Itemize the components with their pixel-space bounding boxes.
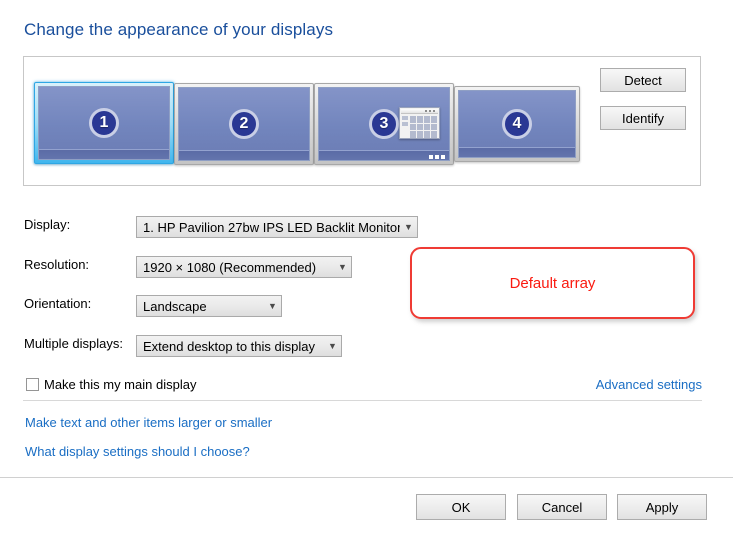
footer-divider [0, 477, 733, 478]
multiple-displays-label: Multiple displays: [24, 336, 123, 351]
monitor-screen-1: 1 [38, 86, 170, 160]
chevron-down-icon: ▼ [328, 341, 337, 351]
detect-button[interactable]: Detect [600, 68, 686, 92]
advanced-settings-link[interactable]: Advanced settings [596, 377, 702, 392]
display-label: Display: [24, 217, 71, 232]
monitor-number-badge: 1 [89, 108, 119, 138]
apply-button[interactable]: Apply [617, 494, 707, 520]
taskbar-tray-dots-icon [429, 155, 445, 159]
chevron-down-icon: ▼ [404, 222, 413, 232]
annotation-callout: Default array [410, 247, 695, 319]
monitor-thumbnail-3[interactable]: 3 [314, 83, 454, 165]
monitor-number-badge: 3 [369, 109, 399, 139]
main-display-checkbox-label: Make this my main display [44, 377, 197, 392]
section-divider [23, 400, 702, 401]
monitor-screen-2: 2 [178, 87, 310, 161]
resolution-dropdown[interactable]: 1920 × 1080 (Recommended) ▼ [136, 256, 352, 278]
monitor-thumbnail-1[interactable]: 1 [34, 82, 174, 164]
chevron-down-icon: ▼ [338, 262, 347, 272]
main-display-checkbox-row[interactable]: Make this my main display [26, 377, 196, 392]
identify-button[interactable]: Identify [600, 106, 686, 130]
orientation-dropdown-value: Landscape [143, 298, 207, 314]
monitor-screen-4: 4 [458, 90, 576, 158]
monitor-number-badge: 4 [502, 109, 532, 139]
make-text-larger-link[interactable]: Make text and other items larger or smal… [25, 415, 272, 430]
orientation-dropdown[interactable]: Landscape ▼ [136, 295, 282, 317]
main-display-checkbox[interactable] [26, 378, 39, 391]
display-dropdown[interactable]: 1. HP Pavilion 27bw IPS LED Backlit Moni… [136, 216, 418, 238]
monitor-screen-3: 3 [318, 87, 450, 161]
multiple-displays-dropdown-value: Extend desktop to this display [143, 338, 315, 354]
what-display-settings-link[interactable]: What display settings should I choose? [25, 444, 250, 459]
ok-button[interactable]: OK [416, 494, 506, 520]
monitor-thumbnail-2[interactable]: 2 [174, 83, 314, 165]
monitor-number-badge: 2 [229, 109, 259, 139]
orientation-label: Orientation: [24, 296, 92, 311]
page-title: Change the appearance of your displays [24, 20, 334, 39]
chevron-down-icon: ▼ [268, 301, 277, 311]
multiple-displays-dropdown[interactable]: Extend desktop to this display ▼ [136, 335, 342, 357]
annotation-text: Default array [509, 274, 596, 292]
start-tiles-window-icon [399, 107, 440, 139]
resolution-label: Resolution: [24, 257, 90, 272]
cancel-button[interactable]: Cancel [517, 494, 607, 520]
monitor-thumbnail-4[interactable]: 4 [454, 86, 580, 162]
monitor-arrangement-stage: 1 2 3 4 [34, 82, 580, 165]
display-dropdown-value: 1. HP Pavilion 27bw IPS LED Backlit Moni… [143, 219, 400, 235]
resolution-dropdown-value: 1920 × 1080 (Recommended) [143, 259, 317, 275]
